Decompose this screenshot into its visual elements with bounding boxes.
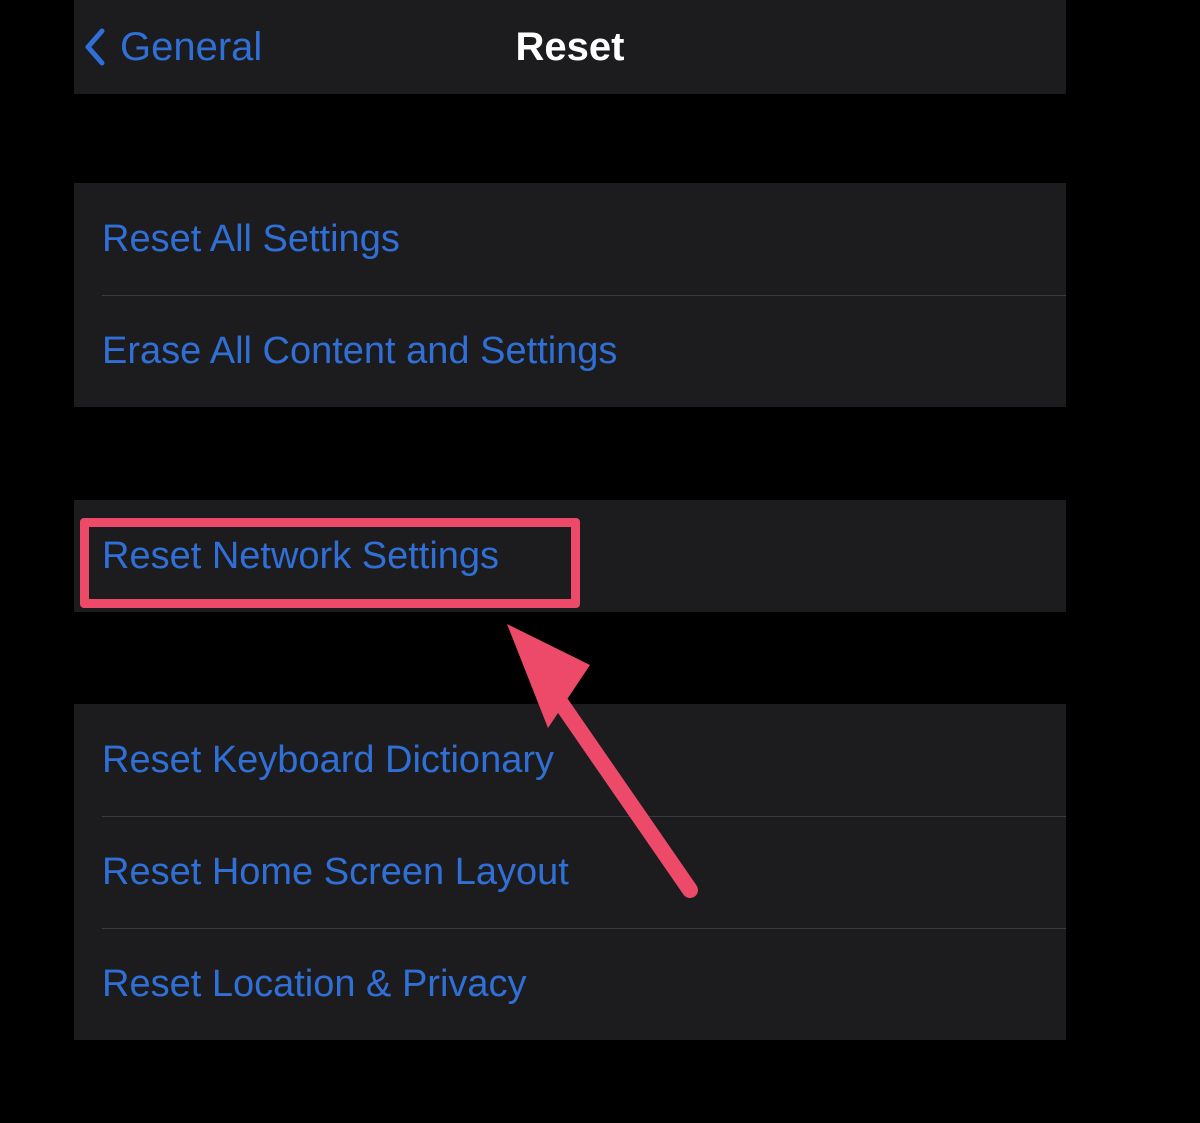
- row-label: Erase All Content and Settings: [102, 330, 617, 373]
- reset-all-settings-row[interactable]: Reset All Settings: [74, 183, 1066, 295]
- row-label: Reset Home Screen Layout: [102, 851, 569, 894]
- reset-network-settings-row[interactable]: Reset Network Settings: [74, 500, 1066, 612]
- settings-group-2: Reset Network Settings: [74, 500, 1066, 612]
- row-label: Reset All Settings: [102, 218, 400, 261]
- back-label: General: [120, 25, 262, 70]
- back-button[interactable]: General: [84, 0, 262, 94]
- reset-location-privacy-row[interactable]: Reset Location & Privacy: [74, 928, 1066, 1040]
- row-label: Reset Location & Privacy: [102, 963, 527, 1006]
- reset-keyboard-dictionary-row[interactable]: Reset Keyboard Dictionary: [74, 704, 1066, 816]
- reset-home-screen-layout-row[interactable]: Reset Home Screen Layout: [74, 816, 1066, 928]
- row-label: Reset Network Settings: [102, 535, 499, 578]
- settings-group-1: Reset All Settings Erase All Content and…: [74, 183, 1066, 407]
- settings-group-3: Reset Keyboard Dictionary Reset Home Scr…: [74, 704, 1066, 1040]
- row-label: Reset Keyboard Dictionary: [102, 739, 554, 782]
- erase-all-content-row[interactable]: Erase All Content and Settings: [74, 295, 1066, 407]
- nav-bar: General Reset: [74, 0, 1066, 94]
- chevron-left-icon: [84, 28, 106, 66]
